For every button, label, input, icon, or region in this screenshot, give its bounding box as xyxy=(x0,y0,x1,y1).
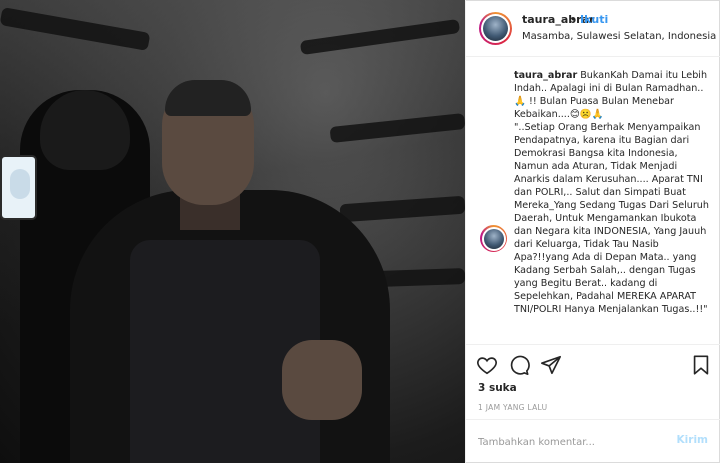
share-icon[interactable] xyxy=(540,354,562,376)
avatar[interactable] xyxy=(480,225,507,252)
caption-username[interactable]: taura_abrar xyxy=(514,70,577,81)
comments-section[interactable]: taura_abrar BukanKah Damai itu Lebih Ind… xyxy=(465,57,720,344)
photo-hair xyxy=(165,80,251,116)
post-timestamp[interactable]: 1 JAM YANG LALU xyxy=(478,403,547,412)
post-header: taura_abrar • Ikuti Masamba, Sulawesi Se… xyxy=(465,0,720,57)
photo-phone-screen xyxy=(10,169,30,199)
photo-helmet xyxy=(40,90,130,170)
heart-icon[interactable] xyxy=(476,354,498,376)
photo-phone xyxy=(0,155,37,220)
comment-icon[interactable] xyxy=(508,354,530,376)
header-separator: • xyxy=(570,13,577,26)
bookmark-icon[interactable] xyxy=(690,354,712,376)
location-link[interactable]: Masamba, Sulawesi Selatan, Indonesia xyxy=(522,31,716,42)
caption-text: BukanKah Damai itu Lebih Indah.. Apalagi… xyxy=(514,70,709,315)
caption: taura_abrar BukanKah Damai itu Lebih Ind… xyxy=(514,69,710,316)
like-count[interactable]: 3 suka xyxy=(478,382,517,394)
add-comment-bar: Kirim xyxy=(465,419,720,463)
action-bar: 3 suka 1 JAM YANG LALU xyxy=(465,344,720,419)
post-photo[interactable] xyxy=(0,0,465,463)
send-button[interactable]: Kirim xyxy=(677,434,708,446)
comment-input[interactable] xyxy=(478,433,668,451)
avatar[interactable] xyxy=(479,12,512,45)
follow-button[interactable]: Ikuti xyxy=(580,13,608,26)
photo-hand xyxy=(282,340,362,420)
